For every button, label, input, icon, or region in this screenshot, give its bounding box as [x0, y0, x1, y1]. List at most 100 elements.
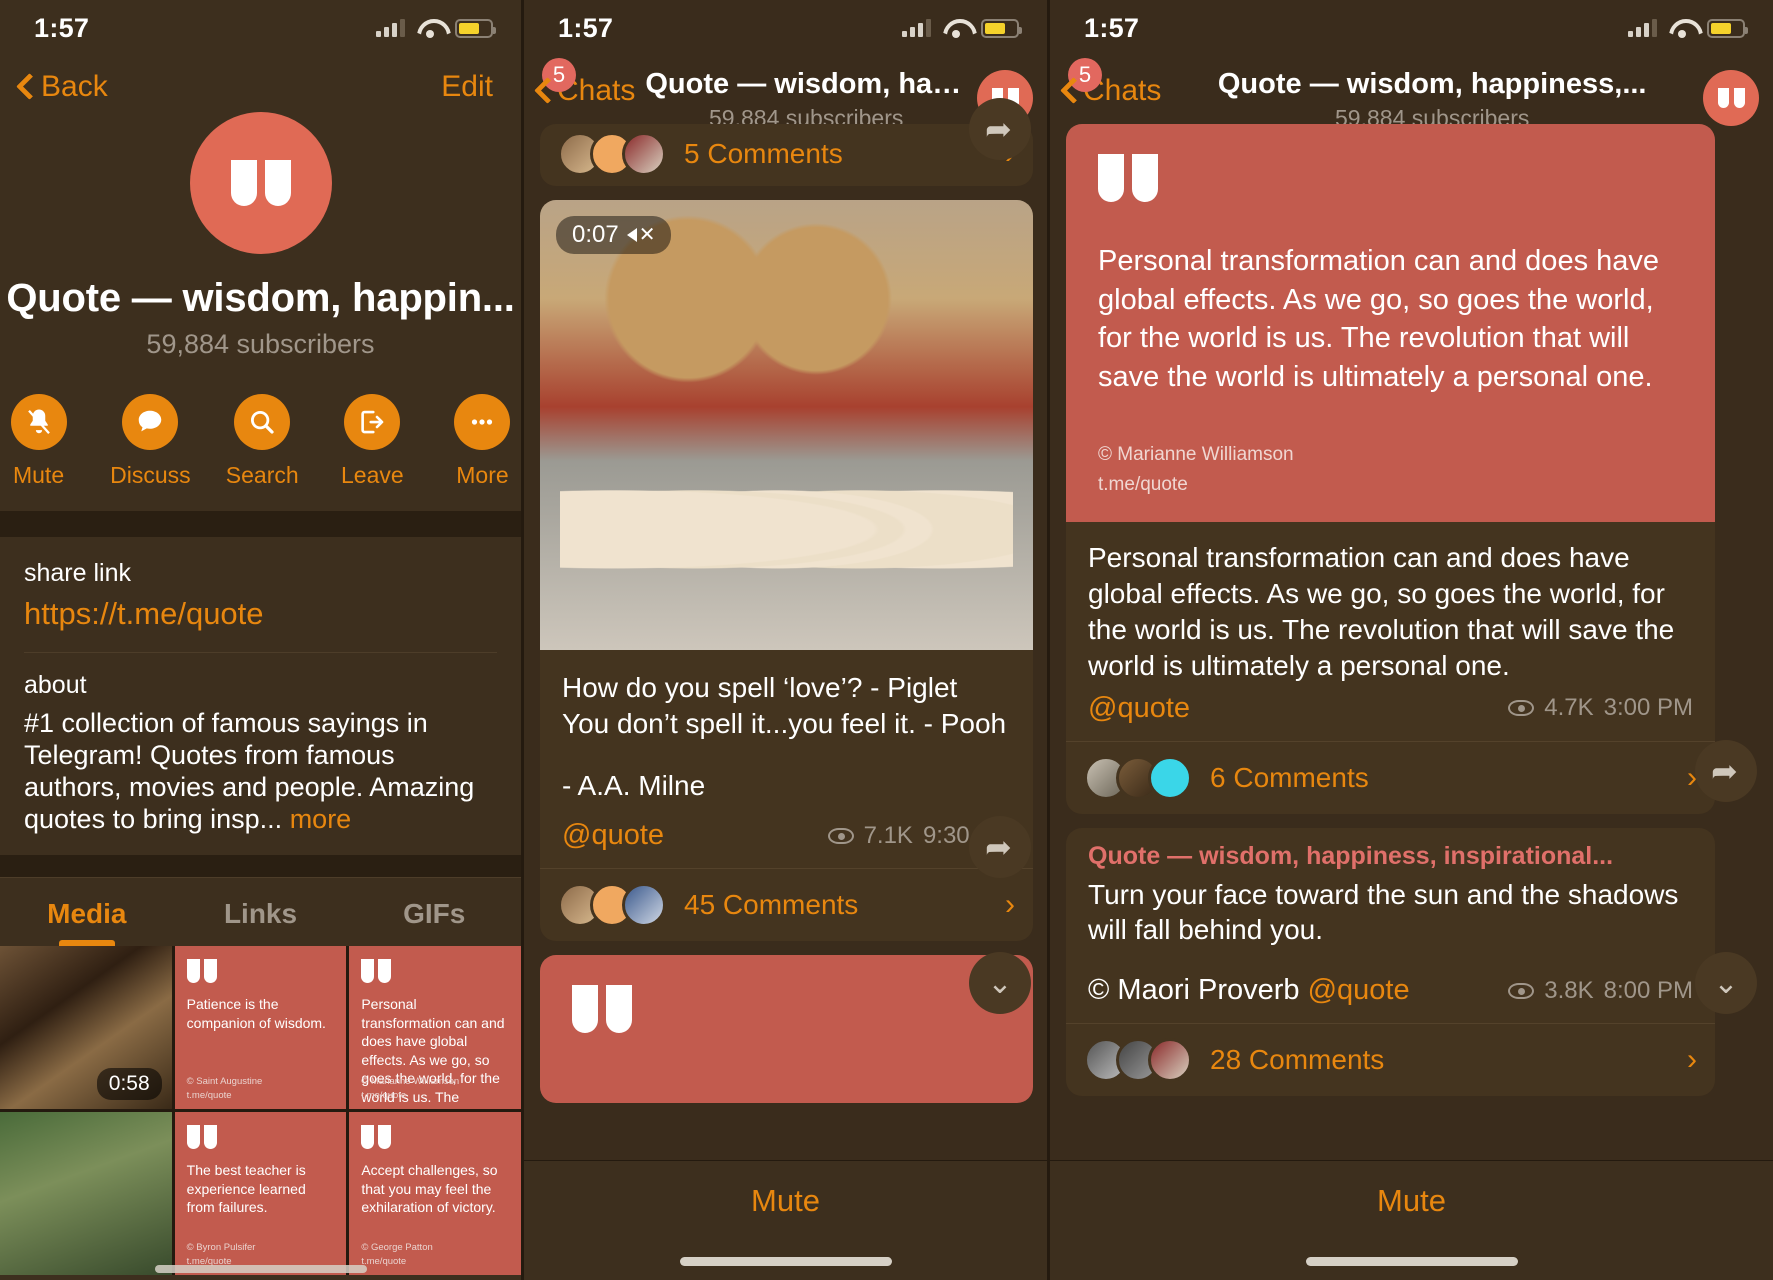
chat-title-block[interactable]: Quote — wisdom, happiness,... 59,884 sub… [645, 64, 967, 132]
forwarded-message[interactable]: Quote — wisdom, happiness, inspirational… [1066, 827, 1715, 1097]
message-text: Turn your face toward the sun and the sh… [1088, 878, 1679, 946]
status-time: 1:57 [34, 12, 90, 43]
back-button[interactable]: Back [18, 70, 108, 104]
comments-row[interactable]: 6 Comments › [1066, 740, 1715, 814]
scroll-to-bottom-button[interactable]: ⌄ [1695, 952, 1757, 1014]
quote-mark-icon [230, 160, 291, 206]
views-icon [1508, 700, 1535, 717]
comments-count: 28 Comments [1210, 1044, 1385, 1076]
video-message[interactable]: 0:07 ✕ How do you spell ‘love’? - Piglet… [540, 200, 1033, 942]
message-text: Personal transformation can and does hav… [1088, 542, 1675, 681]
media-quote-tile[interactable]: Personal transformation can and does hav… [349, 946, 521, 1110]
quote-card-source: t.me/quote [1098, 474, 1188, 496]
message-attribution: © Maori Proverb @quote [1088, 974, 1410, 1007]
views-icon [827, 827, 854, 844]
share-button[interactable] [969, 98, 1031, 160]
subscriber-count: 59,884 subscribers [146, 329, 375, 359]
status-bar: 1:57 [1050, 0, 1773, 56]
media-quote-source: t.me/quote [361, 1090, 407, 1102]
video-content [559, 470, 1014, 569]
wifi-icon [1669, 19, 1695, 38]
wifi-icon [943, 19, 969, 38]
media-quote-text: Accept challenges, so that you may feel … [361, 1162, 498, 1216]
message-bubble [540, 955, 1033, 1104]
message-list[interactable]: 5 Comments › 0:07 ✕ How d [524, 124, 1047, 1280]
message-list[interactable]: Personal transformation can and does hav… [1050, 124, 1773, 1280]
video-duration-badge: 0:07 ✕ [556, 216, 672, 254]
mute-bar[interactable]: Mute [1050, 1160, 1773, 1280]
commenter-avatars [558, 132, 666, 176]
comments-count: 6 Comments [1210, 761, 1369, 793]
media-quote-tile[interactable]: Patience is the companion of wisdom. © S… [174, 946, 347, 1110]
action-more[interactable]: More [444, 394, 521, 489]
media-photo-tile[interactable] [0, 1112, 172, 1276]
action-leave[interactable]: Leave [334, 394, 411, 489]
quote-card-message[interactable] [540, 955, 1033, 1104]
channel-handle[interactable]: @quote [1308, 974, 1410, 1006]
media-quote-tile[interactable]: Accept challenges, so that you may feel … [349, 1112, 521, 1276]
bell-muted-icon [10, 394, 67, 450]
quote-mark-icon [186, 1125, 335, 1150]
quote-image-message[interactable]: Personal transformation can and does hav… [1066, 124, 1715, 814]
quote-card[interactable]: Personal transformation can and does hav… [1066, 124, 1715, 523]
channel-chat-panel-2: 1:57 5 Chats Quote — wisdom, happiness,.… [1047, 0, 1773, 1280]
ellipsis-icon [454, 394, 511, 450]
commenter-avatars [558, 883, 666, 928]
action-mute[interactable]: Mute [0, 394, 77, 489]
back-label: Back [41, 70, 108, 103]
mute-bar[interactable]: Mute [524, 1160, 1047, 1280]
quote-mark-icon [361, 959, 509, 984]
status-indicators [1628, 18, 1748, 38]
muted-speaker-icon: ✕ [626, 225, 655, 245]
media-video-tile[interactable]: 0:58 [0, 946, 172, 1110]
tab-media[interactable]: Media [0, 878, 174, 947]
media-quote-tile[interactable]: The best teacher is experience learned f… [174, 1112, 347, 1276]
comments-row[interactable]: 28 Comments › [1066, 1023, 1715, 1096]
comments-count: 45 Comments [684, 889, 859, 921]
channel-handle[interactable]: @quote [562, 819, 664, 852]
chats-back-button[interactable]: 5 Chats [1062, 58, 1161, 108]
about-body-text: #1 collection of famous sayings in Teleg… [24, 708, 475, 834]
channel-chat-panel: 1:57 5 Chats Quote — wisdom, happiness,.… [521, 0, 1047, 1280]
chats-back-button[interactable]: 5 Chats [536, 58, 635, 108]
scroll-to-bottom-button[interactable]: ⌄ [969, 952, 1031, 1014]
channel-handle[interactable]: @quote [1088, 692, 1190, 725]
channel-avatar[interactable] [189, 112, 332, 254]
message-line-3: - A.A. Milne [562, 769, 706, 801]
chevron-right-icon: › [1687, 1043, 1697, 1077]
status-bar: 1:57 [0, 0, 521, 56]
tab-gifs[interactable]: GIFs [347, 878, 521, 946]
share-icon [1711, 758, 1741, 784]
share-button[interactable] [969, 816, 1031, 878]
share-icon [985, 116, 1015, 142]
video-thumbnail[interactable]: 0:07 ✕ [540, 200, 1033, 650]
message-time: 3:00 PM [1603, 694, 1693, 722]
video-duration-badge: 0:58 [96, 1068, 162, 1101]
chevron-right-icon: › [1005, 888, 1015, 922]
about-text: #1 collection of famous sayings in Teleg… [24, 708, 497, 835]
about-more-link[interactable]: more [290, 804, 352, 834]
edit-button[interactable]: Edit [441, 70, 493, 104]
chat-title-block[interactable]: Quote — wisdom, happiness,... 59,884 sub… [1171, 64, 1693, 132]
status-indicators [902, 18, 1022, 38]
comments-row[interactable]: 5 Comments › [540, 124, 1033, 186]
quote-mark-icon [1717, 88, 1745, 108]
quote-attribution: © Maori Proverb [1088, 974, 1300, 1007]
quote-mark-icon [361, 1125, 509, 1150]
battery-icon [455, 18, 496, 38]
tab-links[interactable]: Links [174, 878, 348, 946]
action-search[interactable]: Search [224, 394, 301, 489]
comments-row[interactable]: 45 Comments › [540, 868, 1033, 941]
forwarded-from-label[interactable]: Quote — wisdom, happiness, inspirational… [1066, 828, 1715, 871]
action-discuss[interactable]: Discuss [110, 394, 191, 489]
status-indicators [376, 18, 496, 38]
message-partial[interactable]: 5 Comments › [540, 124, 1033, 186]
chat-avatar[interactable] [1703, 70, 1759, 126]
media-quote-text: Patience is the companion of wisdom. [186, 996, 326, 1031]
share-button[interactable] [1695, 740, 1757, 802]
mute-button-label: Mute [751, 1183, 820, 1218]
message-text: How do you spell ‘love’? - Piglet You do… [540, 650, 1033, 803]
share-link-value[interactable]: https://t.me/quote [24, 596, 497, 632]
section-divider-2 [0, 855, 521, 878]
hairline-divider [24, 652, 497, 653]
